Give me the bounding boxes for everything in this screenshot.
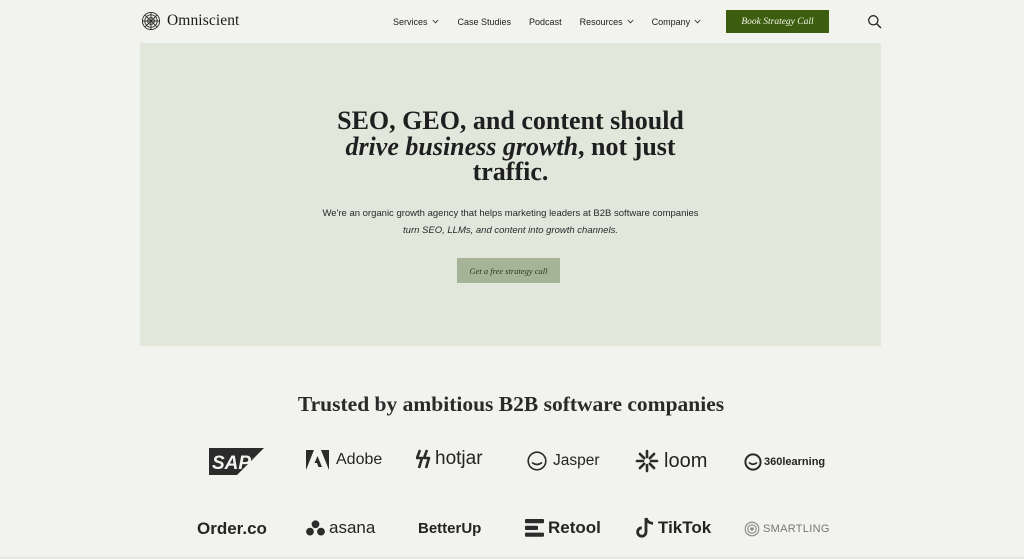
search-icon[interactable] bbox=[867, 14, 882, 29]
hero-headline: SEO, GEO, and content should drive busin… bbox=[140, 108, 881, 185]
nav-podcast-label: Podcast bbox=[529, 16, 562, 27]
jasper-mark-icon bbox=[527, 451, 547, 471]
adobe-mark-icon bbox=[306, 450, 329, 470]
adobe-logo-text: Adobe bbox=[336, 451, 383, 468]
tiktok-mark-icon bbox=[636, 517, 654, 538]
hero-subtext: We're an organic growth agency that help… bbox=[140, 205, 881, 239]
loom-logo: loom bbox=[635, 449, 707, 473]
subtext-line-1: We're an organic growth agency that help… bbox=[322, 208, 699, 219]
site-header: Omniscient Services Case Studies Podcast… bbox=[0, 0, 1024, 42]
orderco-logo: Order.co bbox=[197, 519, 267, 539]
smartling-logo-text: SMARTLING bbox=[763, 523, 830, 535]
betterup-logo-text: BetterUp bbox=[418, 520, 482, 537]
brand-logo[interactable]: Omniscient bbox=[141, 11, 239, 31]
book-strategy-call-button[interactable]: Book Strategy Call bbox=[726, 10, 829, 33]
360learning-logo-text: 360learning bbox=[764, 456, 826, 468]
nav-case-studies[interactable]: Case Studies bbox=[458, 17, 512, 27]
adobe-logo: Adobe bbox=[306, 450, 382, 470]
nav-company[interactable]: Company bbox=[652, 17, 702, 27]
hotjar-logo: hotjar bbox=[416, 448, 483, 470]
nav-services[interactable]: Services bbox=[393, 17, 439, 27]
free-strategy-call-button[interactable]: Get a free strategy call bbox=[457, 258, 560, 283]
omniscient-logo-icon bbox=[141, 11, 161, 31]
hotjar-mark-icon bbox=[416, 449, 431, 469]
nav-case-studies-label: Case Studies bbox=[457, 16, 512, 27]
tiktok-logo: TikTok bbox=[636, 517, 711, 539]
360learning-logo: 360learning bbox=[744, 453, 825, 471]
loom-logo-text: loom bbox=[664, 449, 708, 472]
jasper-logo-text: Jasper bbox=[553, 452, 600, 469]
headline-line-2-rest: , not just bbox=[578, 131, 676, 161]
hotjar-logo-text: hotjar bbox=[435, 448, 483, 469]
headline-line-3: traffic. bbox=[472, 157, 549, 186]
chevron-down-icon bbox=[627, 19, 634, 24]
retool-logo: Retool bbox=[525, 518, 601, 538]
sap-logo: SAP bbox=[209, 448, 264, 475]
nav-resources-label: Resources bbox=[579, 16, 623, 27]
jasper-logo: Jasper bbox=[526, 451, 600, 471]
asana-logo: asana bbox=[306, 518, 375, 538]
nav-company-label: Company bbox=[651, 16, 691, 27]
tiktok-logo-text: TikTok bbox=[658, 518, 712, 537]
nav-podcast[interactable]: Podcast bbox=[529, 17, 562, 27]
asana-mark-icon bbox=[306, 520, 325, 536]
subtext-line-2: turn SEO, LLMs, and content into growth … bbox=[403, 225, 618, 236]
nav-services-label: Services bbox=[393, 16, 428, 27]
chevron-down-icon bbox=[694, 19, 701, 24]
orderco-logo-text: Order.co bbox=[197, 519, 267, 538]
trusted-heading: Trusted by ambitious B2B software compan… bbox=[297, 392, 725, 416]
chevron-down-icon bbox=[431, 19, 439, 24]
smartling-logo: SMARTLING bbox=[744, 521, 830, 537]
smartling-mark-icon bbox=[744, 521, 760, 537]
asana-logo-text: asana bbox=[329, 518, 376, 537]
client-logos-row-1: SAP Adobe hotjar Jasper loom 360learning bbox=[0, 447, 1024, 477]
hero-section: SEO, GEO, and content should drive busin… bbox=[140, 43, 881, 346]
retool-mark-icon bbox=[525, 519, 544, 537]
360learning-mark-icon bbox=[744, 453, 762, 471]
betterup-logo: BetterUp bbox=[418, 520, 481, 537]
client-logos-row-2: Order.co asana BetterUp Retool TikTok SM… bbox=[0, 514, 1024, 544]
nav-resources[interactable]: Resources bbox=[580, 17, 634, 27]
loom-mark-icon bbox=[635, 449, 659, 473]
main-nav: Services Case Studies Podcast Resources … bbox=[393, 15, 701, 28]
retool-logo-text: Retool bbox=[548, 518, 601, 537]
sap-logo-text: SAP bbox=[212, 453, 251, 474]
brand-name: Omniscient bbox=[167, 12, 240, 29]
